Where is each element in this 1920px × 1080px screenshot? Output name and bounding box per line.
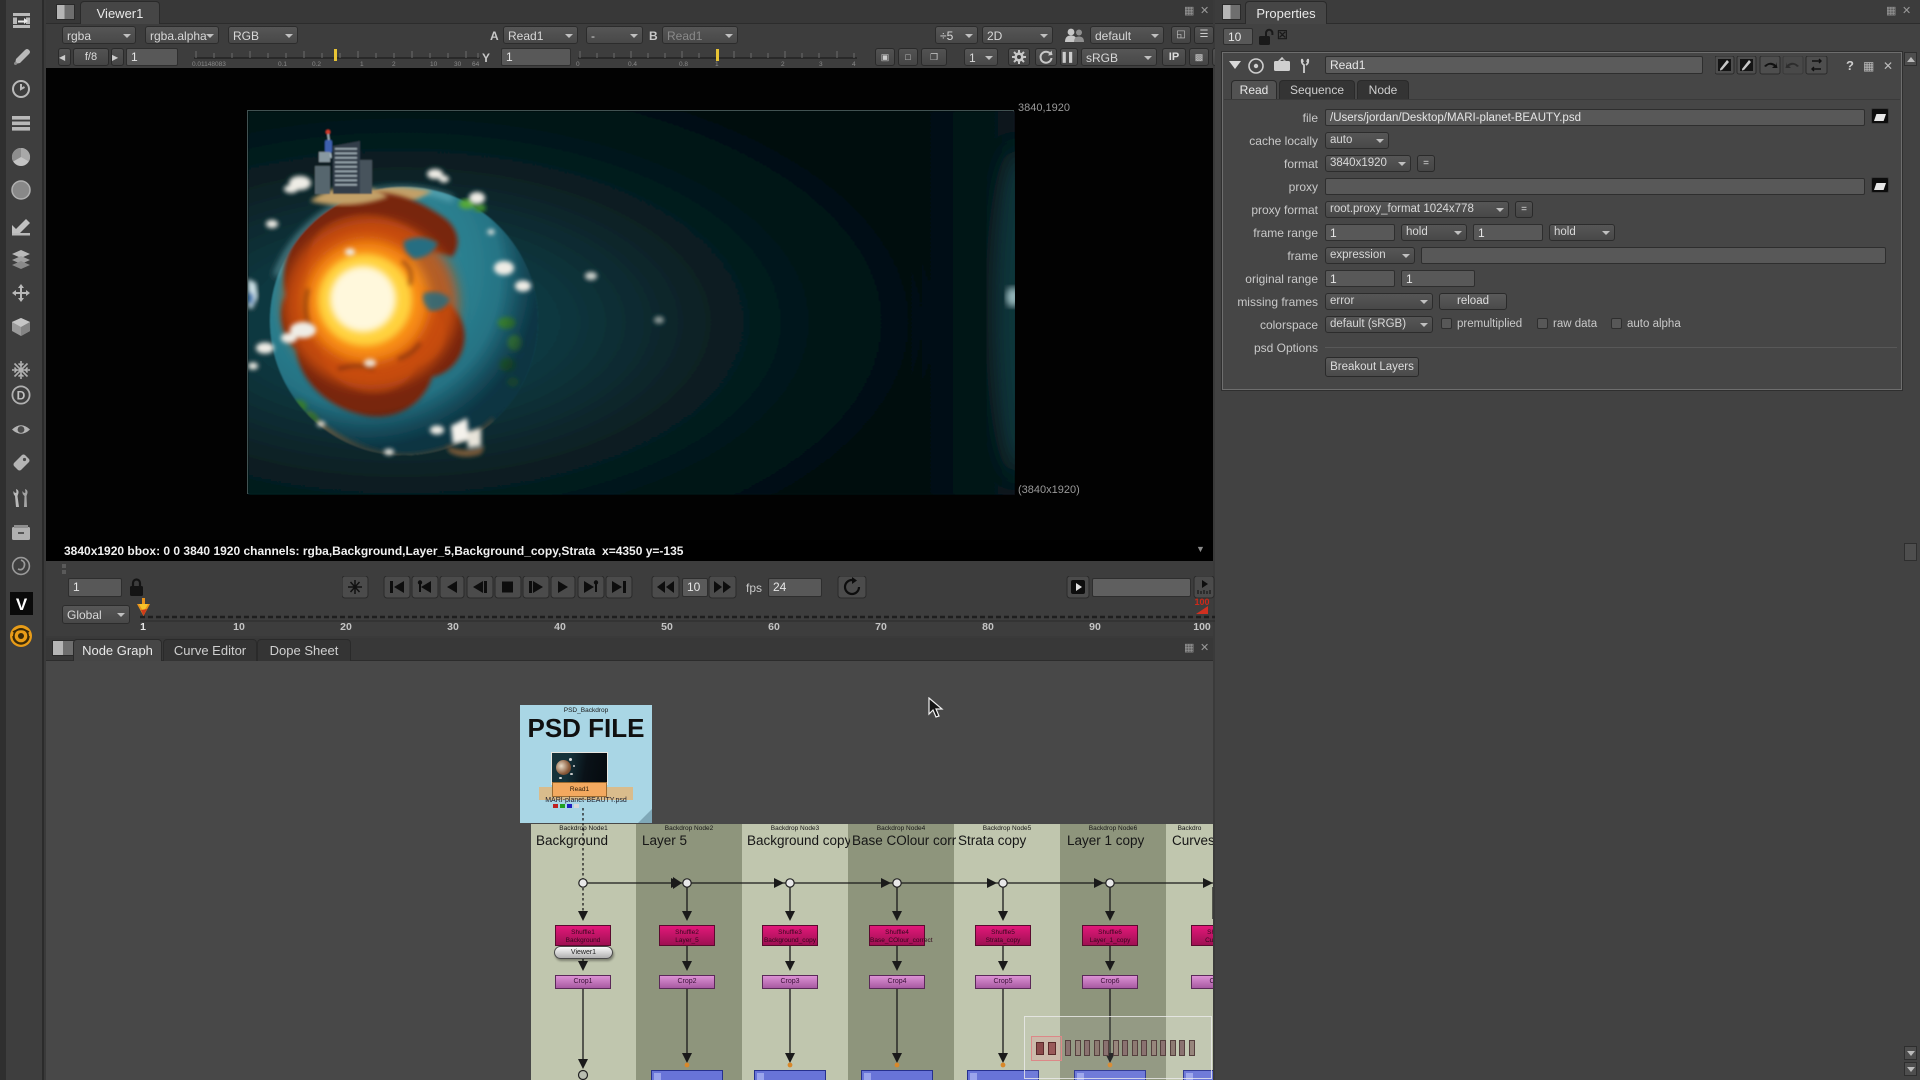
svg-text:0.01148083: 0.01148083 xyxy=(192,61,226,67)
svg-text:100: 100 xyxy=(1193,621,1211,632)
svg-text:0.2: 0.2 xyxy=(312,61,321,67)
svg-text:80: 80 xyxy=(982,621,994,632)
svg-text:D: D xyxy=(17,388,26,402)
svg-text:40: 40 xyxy=(554,621,566,632)
svg-text:10: 10 xyxy=(430,61,438,67)
svg-text:▦: ▦ xyxy=(1863,59,1874,73)
svg-text:4: 4 xyxy=(852,61,856,67)
svg-text:70: 70 xyxy=(875,621,887,632)
svg-text:V: V xyxy=(16,595,28,614)
svg-text:100: 100 xyxy=(1194,597,1209,607)
svg-text:50: 50 xyxy=(661,621,673,632)
svg-text:0.8: 0.8 xyxy=(679,61,688,67)
svg-text:2: 2 xyxy=(781,61,785,67)
svg-text:✕: ✕ xyxy=(1883,59,1893,73)
svg-text:30: 30 xyxy=(454,61,462,67)
svg-text:30: 30 xyxy=(447,621,459,632)
svg-text:0.4: 0.4 xyxy=(628,61,637,67)
svg-text:3: 3 xyxy=(819,61,823,67)
svg-text:?: ? xyxy=(1846,58,1854,73)
svg-text:1: 1 xyxy=(360,61,364,67)
svg-text:2: 2 xyxy=(392,61,396,67)
svg-text:60: 60 xyxy=(768,621,780,632)
svg-text:10: 10 xyxy=(233,621,245,632)
svg-text:0.1: 0.1 xyxy=(278,61,287,67)
svg-text:20: 20 xyxy=(340,621,352,632)
svg-text:1: 1 xyxy=(715,61,719,67)
svg-text:1: 1 xyxy=(140,621,146,632)
svg-text:0: 0 xyxy=(576,61,580,67)
svg-text:90: 90 xyxy=(1089,621,1101,632)
svg-text:64: 64 xyxy=(472,61,480,67)
